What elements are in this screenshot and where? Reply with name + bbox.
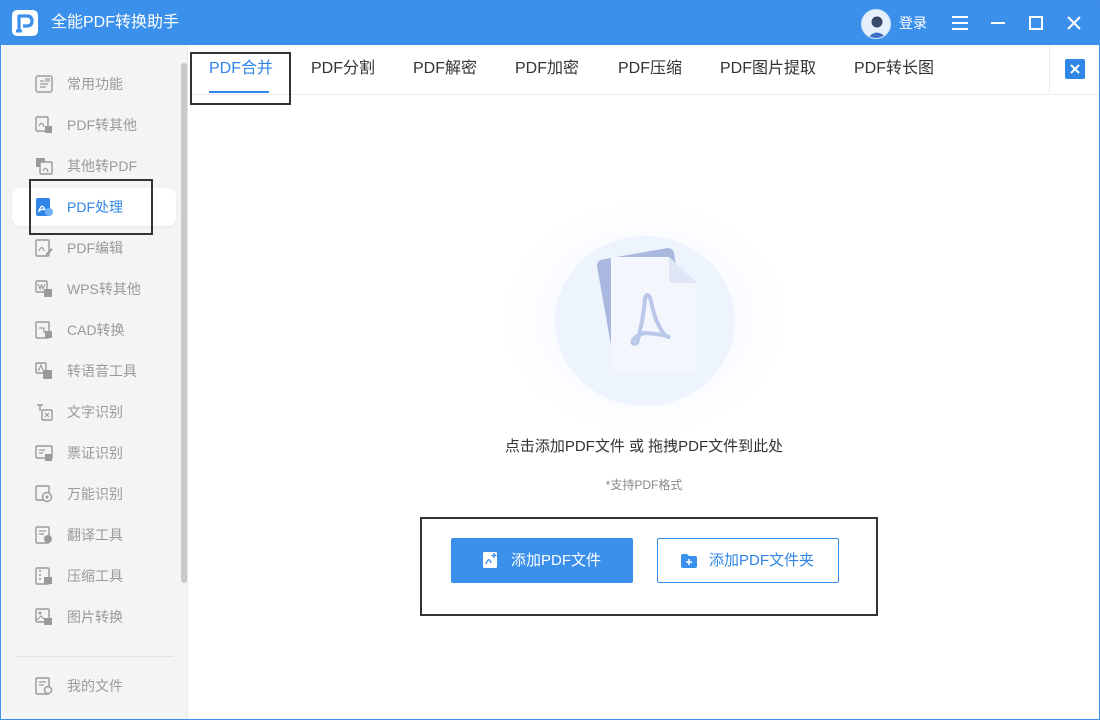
translate-icon: [34, 525, 54, 545]
drop-hint-text: 点击添加PDF文件 或 拖拽PDF文件到此处: [504, 438, 784, 455]
sidebar-item-my-files[interactable]: 我的文件: [12, 667, 176, 705]
tab-pdf-decrypt[interactable]: PDF解密: [413, 59, 477, 79]
universal-recognition-icon: [34, 484, 54, 504]
sidebar-item-label: 转语音工具: [67, 363, 137, 379]
app-window: 全能PDF转换助手 登录 常用功能 PDF转其他 其他转PDF PDF处理 PD…: [0, 0, 1100, 720]
compress-icon: [34, 566, 54, 586]
login-link[interactable]: 登录: [899, 14, 927, 32]
sidebar-item-universal-recognition[interactable]: 万能识别: [12, 475, 176, 513]
sidebar-item-compress[interactable]: 压缩工具: [12, 557, 176, 595]
sidebar-item-label: 票证识别: [67, 445, 123, 461]
ticket-recognition-icon: [34, 443, 54, 463]
highlight-box-tab: [190, 52, 291, 105]
sidebar-item-wps-convert[interactable]: WPS转其他: [12, 270, 176, 308]
user-avatar-icon[interactable]: [861, 9, 891, 39]
sidebar-item-label: 文字识别: [67, 404, 123, 420]
pdf-edit-icon: [34, 238, 54, 258]
cad-convert-icon: [34, 320, 54, 340]
sidebar: 常用功能 PDF转其他 其他转PDF PDF处理 PDF编辑 WPS转其他 CA…: [2, 45, 188, 719]
wps-convert-icon: [34, 279, 54, 299]
highlight-box-sidebar: [29, 179, 153, 235]
sidebar-item-pdf-to-other[interactable]: PDF转其他: [12, 106, 176, 144]
tab-panel-close: [1049, 45, 1099, 94]
close-icon[interactable]: [1065, 59, 1085, 79]
tab-pdf-compress[interactable]: PDF压缩: [618, 59, 682, 79]
sidebar-item-text-to-speech[interactable]: 转语音工具: [12, 352, 176, 390]
text-recognition-icon: [34, 402, 54, 422]
pdf-file-illustration-icon: [585, 245, 715, 375]
highlight-box-buttons: [420, 517, 878, 616]
sidebar-item-label: CAD转换: [67, 322, 125, 338]
image-convert-icon: [34, 607, 54, 627]
sidebar-item-label: 图片转换: [67, 609, 123, 625]
other-to-pdf-icon: [34, 156, 54, 176]
format-hint-text: *支持PDF格式: [605, 478, 683, 492]
sidebar-scrollbar[interactable]: [181, 63, 187, 583]
sidebar-item-common[interactable]: 常用功能: [12, 65, 176, 103]
app-logo-icon: [12, 10, 38, 36]
sidebar-item-translate[interactable]: 翻译工具: [12, 516, 176, 554]
sidebar-item-label: 我的文件: [67, 678, 123, 694]
sidebar-item-label: PDF编辑: [67, 240, 123, 256]
sidebar-item-label: 常用功能: [67, 76, 123, 92]
my-files-icon: [34, 676, 54, 696]
sidebar-item-label: 压缩工具: [67, 568, 123, 584]
sidebar-divider: [16, 656, 174, 657]
sidebar-item-label: 翻译工具: [67, 527, 123, 543]
common-features-icon: [34, 74, 54, 94]
title-bar: 全能PDF转换助手 登录: [1, 1, 1099, 45]
sidebar-item-text-recognition[interactable]: 文字识别: [12, 393, 176, 431]
close-window-icon[interactable]: [1062, 11, 1086, 35]
sidebar-item-ticket-recognition[interactable]: 票证识别: [12, 434, 176, 472]
tab-pdf-split[interactable]: PDF分割: [311, 59, 375, 79]
menu-icon[interactable]: [948, 11, 972, 35]
tab-bar: PDF合并 PDF分割 PDF解密 PDF加密 PDF压缩 PDF图片提取 PD…: [189, 45, 1099, 95]
tab-pdf-image-extract[interactable]: PDF图片提取: [720, 59, 816, 79]
file-drop-area[interactable]: 点击添加PDF文件 或 拖拽PDF文件到此处 *支持PDF格式 添加PDF文件 …: [189, 95, 1099, 719]
sidebar-item-label: PDF转其他: [67, 117, 137, 133]
sidebar-item-image-convert[interactable]: 图片转换: [12, 598, 176, 636]
sidebar-item-label: WPS转其他: [67, 281, 141, 297]
sidebar-item-label: 万能识别: [67, 486, 123, 502]
sidebar-item-label: 其他转PDF: [67, 158, 137, 174]
minimize-icon[interactable]: [986, 11, 1010, 35]
tab-pdf-encrypt[interactable]: PDF加密: [515, 59, 579, 79]
tab-pdf-to-long-image[interactable]: PDF转长图: [854, 59, 934, 79]
text-to-speech-icon: [34, 361, 54, 381]
pdf-to-other-icon: [34, 115, 54, 135]
app-title: 全能PDF转换助手: [51, 14, 180, 31]
sidebar-item-cad-convert[interactable]: CAD转换: [12, 311, 176, 349]
maximize-icon[interactable]: [1024, 11, 1048, 35]
